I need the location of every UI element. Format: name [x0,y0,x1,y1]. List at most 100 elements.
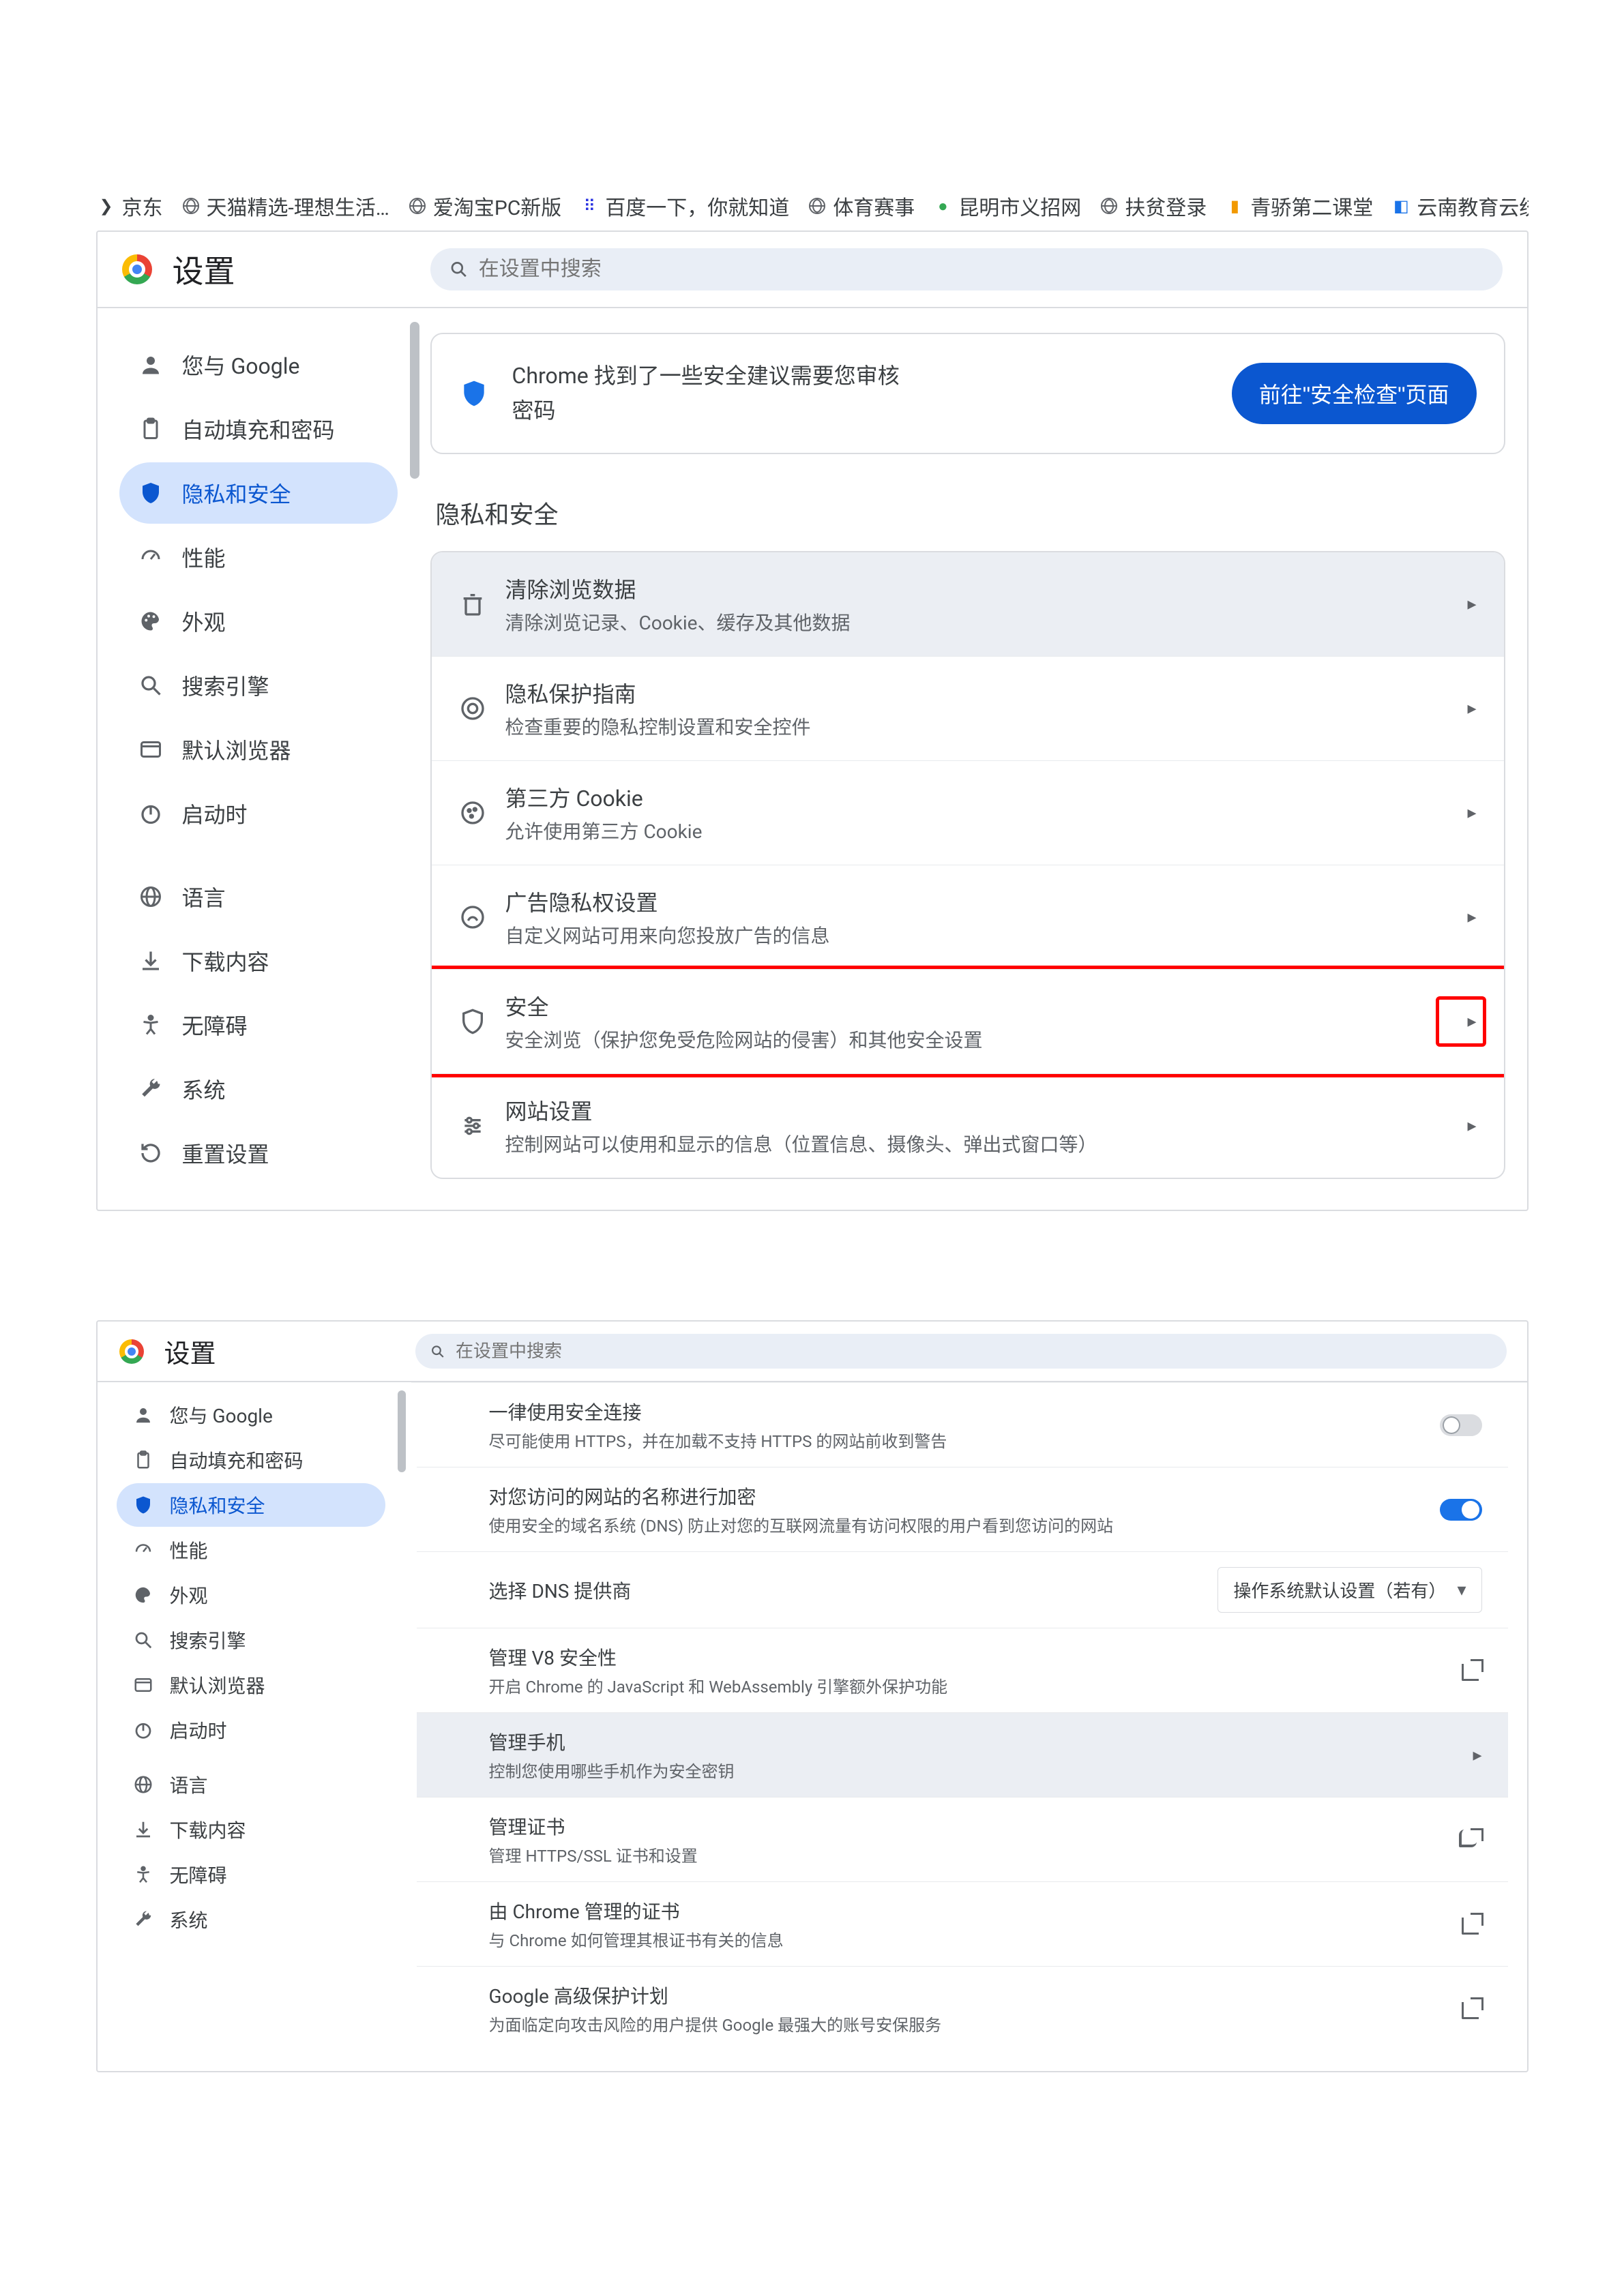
sidebar-item-accessibility[interactable]: 无障碍 [119,994,398,1056]
square-icon: ◧ [1391,196,1411,216]
globe-icon [133,1774,153,1795]
trash-icon [459,591,486,618]
row-dns-provider[interactable]: 选择 DNS 提供商 操作系统默认设置（若有）▾ [417,1552,1508,1628]
row-chrome-managed-certs[interactable]: 由 Chrome 管理的证书与 Chrome 如何管理其根证书有关的信息 [417,1882,1508,1967]
row-v8-security[interactable]: 管理 V8 安全性开启 Chrome 的 JavaScript 和 WebAss… [417,1628,1508,1713]
sidebar-item-privacy[interactable]: 隐私和安全 [119,462,398,524]
sidebar-item-autofill[interactable]: 自动填充和密码 [119,398,398,460]
sidebar-item-default-browser[interactable]: 默认浏览器 [117,1663,385,1707]
sidebar-item-startup[interactable]: 启动时 [119,783,398,844]
shield-icon [459,378,489,408]
settings-header: 设置 [98,1322,1527,1382]
clipboard-icon [138,417,163,441]
sidebar-item-language[interactable]: 语言 [117,1763,385,1806]
globe-icon [138,884,163,909]
bookmark-item[interactable]: 天猫精选-理想生活… [181,191,389,221]
open-external-icon [1462,1830,1482,1850]
dot-icon: ● [932,196,953,216]
sidebar-item-you-and-google[interactable]: 您与 Google [119,334,398,396]
search-icon [138,673,163,698]
search-box[interactable] [430,248,1503,290]
search-box[interactable] [415,1334,1507,1369]
page-title: 设置 [164,1332,216,1370]
chevron-right-icon: ▸ [1467,907,1476,927]
open-external-icon [1462,1999,1482,2019]
cookie-icon [459,799,486,826]
sidebar-item-system[interactable]: 系统 [119,1058,398,1120]
sidebar: 您与 Google 自动填充和密码 隐私和安全 性能 外观 搜索引擎 默认浏览器… [98,1382,411,2071]
chevron-right-icon: ▸ [1467,803,1476,823]
sidebar-item-performance[interactable]: 性能 [119,526,398,588]
sidebar-item-search-engine[interactable]: 搜索引擎 [119,655,398,716]
dns-provider-select[interactable]: 操作系统默认设置（若有）▾ [1217,1567,1481,1613]
section-title-privacy: 隐私和安全 [436,495,1505,531]
shield-icon [459,1008,486,1035]
search-icon [449,260,468,279]
row-advanced-protection[interactable]: Google 高级保护计划为面临定向攻击风险的用户提供 Google 最强大的账… [417,1967,1508,2051]
clipboard-icon [133,1450,153,1470]
chevron-right-icon: ▸ [1467,594,1476,614]
sidebar-item-system[interactable]: 系统 [117,1898,385,1941]
settings-panel-privacy: 设置 您与 Google 自动填充和密码 隐私和安全 [96,230,1529,1211]
search-icon [430,1344,445,1359]
search-input[interactable] [479,258,1483,281]
sidebar-item-downloads[interactable]: 下载内容 [117,1808,385,1851]
palette-icon [138,609,163,633]
speedometer-icon [133,1540,153,1560]
chrome-logo [122,254,152,284]
globe-icon [181,196,201,216]
sidebar-item-performance[interactable]: 性能 [117,1528,385,1572]
settings-header: 设置 [98,232,1527,308]
sidebar-item-accessibility[interactable]: 无障碍 [117,1853,385,1896]
sidebar-item-reset[interactable]: 重置设置 [119,1122,398,1184]
sidebar-item-search-engine[interactable]: 搜索引擎 [117,1618,385,1662]
bookmark-item[interactable]: ▮青骄第二课堂 [1224,191,1373,221]
settings-panel-security: 设置 您与 Google 自动填充和密码 隐私和安全 性能 [96,1320,1529,2072]
bookmark-item[interactable]: ●昆明市义招网 [932,191,1081,221]
bookmark-item[interactable]: 爱淘宝PC新版 [407,191,561,221]
power-icon [138,801,163,826]
row-clear-browsing-data[interactable]: 清除浏览数据清除浏览记录、Cookie、缓存及其他数据 ▸ [432,552,1504,657]
row-encrypt-dns[interactable]: 对您访问的网站的名称进行加密使用安全的域名系统 (DNS) 防止对您的互联网流量… [417,1467,1508,1552]
page-title: 设置 [173,247,235,292]
bookmark-item[interactable]: ❯京东 [96,191,163,221]
bookmark-item[interactable]: ◧云南教育云统一认… [1391,191,1528,221]
sidebar-item-privacy[interactable]: 隐私和安全 [117,1483,385,1527]
ads-icon [459,904,486,931]
chevron-right-icon: ▸ [1467,1011,1476,1032]
privacy-list: 清除浏览数据清除浏览记录、Cookie、缓存及其他数据 ▸ 隐私保护指南检查重要… [430,551,1505,1179]
chevron-right-icon: ▸ [1467,1116,1476,1136]
toggle-on[interactable] [1440,1499,1482,1521]
row-manage-certificates[interactable]: 管理证书管理 HTTPS/SSL 证书和设置 [417,1798,1508,1882]
sidebar-item-appearance[interactable]: 外观 [119,591,398,652]
bookmark-item[interactable]: 扶贫登录 [1099,191,1207,221]
row-site-settings[interactable]: 网站设置控制网站可以使用和显示的信息（位置信息、摄像头、弹出式窗口等） ▸ [432,1074,1504,1178]
speedometer-icon [138,545,163,569]
sliders-icon [459,1112,486,1139]
row-third-party-cookies[interactable]: 第三方 Cookie允许使用第三方 Cookie ▸ [432,761,1504,865]
row-ad-privacy[interactable]: 广告隐私权设置自定义网站可用来向您投放广告的信息 ▸ [432,865,1504,970]
sidebar-item-autofill[interactable]: 自动填充和密码 [117,1438,385,1482]
bookmark-item[interactable]: 体育赛事 [807,191,915,221]
sidebar-item-default-browser[interactable]: 默认浏览器 [119,719,398,780]
sidebar-item-you-and-google[interactable]: 您与 Google [117,1393,385,1437]
safety-check-text: Chrome 找到了一些安全建议需要您审核 密码 [512,359,1209,428]
open-external-icon [1462,1914,1482,1935]
sidebar-item-startup[interactable]: 启动时 [117,1708,385,1752]
globe-icon [1099,196,1119,216]
go-to-safety-check-button[interactable]: 前往"安全检查"页面 [1232,363,1477,424]
row-always-https[interactable]: 一律使用安全连接尽可能使用 HTTPS，并在加载不支持 HTTPS 的网站前收到… [417,1383,1508,1467]
main-content: 一律使用安全连接尽可能使用 HTTPS，并在加载不支持 HTTPS 的网站前收到… [411,1382,1527,2071]
accessibility-icon [138,1013,163,1037]
row-manage-phones[interactable]: 管理手机控制您使用哪些手机作为安全密钥 ▸ [417,1713,1508,1798]
toggle-off[interactable] [1440,1414,1482,1436]
row-security[interactable]: 安全安全浏览（保护您免受危险网站的侵害）和其他安全设置 ▸ [432,970,1504,1074]
power-icon [133,1720,153,1740]
bookmark-item[interactable]: ⠿百度一下，你就知道 [579,191,789,221]
row-privacy-guide[interactable]: 隐私保护指南检查重要的隐私控制设置和安全控件 ▸ [432,657,1504,761]
sidebar-item-appearance[interactable]: 外观 [117,1573,385,1617]
sidebar-item-language[interactable]: 语言 [119,866,398,927]
person-icon [133,1405,153,1425]
search-input[interactable] [456,1341,1492,1362]
sidebar-item-downloads[interactable]: 下载内容 [119,930,398,992]
